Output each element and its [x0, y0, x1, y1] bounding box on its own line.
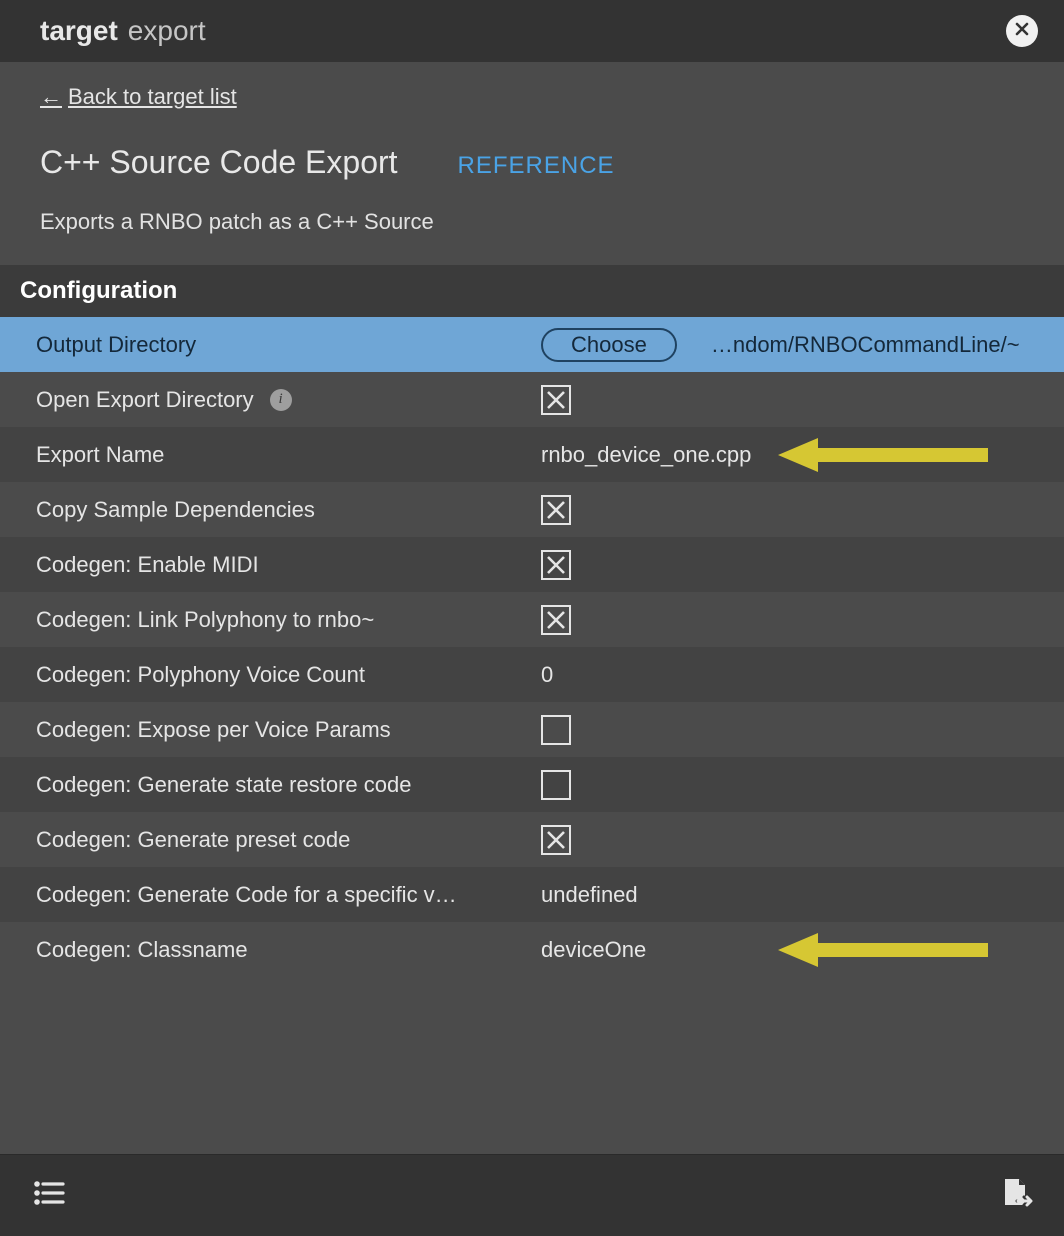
page-description: Exports a RNBO patch as a C++ Source	[40, 209, 1024, 235]
close-icon	[1014, 21, 1030, 42]
checkbox-expose-per-voice-params[interactable]	[541, 715, 571, 745]
list-icon	[31, 1175, 67, 1216]
row-codegen-generate-specific-version[interactable]: Codegen: Generate Code for a specific v……	[0, 867, 1064, 922]
choose-button[interactable]: Choose	[541, 328, 677, 362]
checkbox-link-polyphony[interactable]	[541, 605, 571, 635]
row-copy-sample-dependencies[interactable]: Copy Sample Dependencies	[0, 482, 1064, 537]
info-icon[interactable]: i	[270, 389, 292, 411]
label-copy-sample-dependencies: Copy Sample Dependencies	[36, 497, 315, 523]
arrow-left-icon: ←	[40, 84, 62, 110]
row-codegen-classname[interactable]: Codegen: Classname deviceOne	[0, 922, 1064, 977]
row-codegen-generate-state-restore[interactable]: Codegen: Generate state restore code	[0, 757, 1064, 812]
label-expose-per-voice-params: Codegen: Expose per Voice Params	[36, 717, 391, 743]
configuration-list: Output Directory Choose …ndom/RNBOComman…	[0, 317, 1064, 977]
checkbox-generate-state-restore[interactable]	[541, 770, 571, 800]
back-link-text: Back to target list	[68, 84, 237, 110]
page-title: C++ Source Code Export	[40, 144, 398, 181]
label-generate-specific-version: Codegen: Generate Code for a specific v…	[36, 882, 457, 908]
reference-link[interactable]: REFERENCE	[458, 152, 615, 180]
label-codegen-link-polyphony: Codegen: Link Polyphony to rnbo~	[36, 607, 374, 633]
checkbox-open-export-directory[interactable]	[541, 385, 571, 415]
header-block: ← Back to target list C++ Source Code Ex…	[0, 62, 1064, 265]
row-codegen-polyphony-voice-count[interactable]: Codegen: Polyphony Voice Count 0	[0, 647, 1064, 702]
row-codegen-generate-preset-code[interactable]: Codegen: Generate preset code	[0, 812, 1064, 867]
label-polyphony-voice-count: Codegen: Polyphony Voice Count	[36, 662, 365, 688]
titlebar-app-name: target	[40, 15, 118, 47]
label-export-name: Export Name	[36, 442, 164, 468]
row-export-name[interactable]: Export Name rnbo_device_one.cpp	[0, 427, 1064, 482]
label-generate-preset-code: Codegen: Generate preset code	[36, 827, 350, 853]
checkbox-generate-preset-code[interactable]	[541, 825, 571, 855]
row-codegen-enable-midi[interactable]: Codegen: Enable MIDI	[0, 537, 1064, 592]
export-button[interactable]	[994, 1175, 1036, 1217]
list-view-button[interactable]	[28, 1175, 70, 1217]
file-export-icon	[997, 1175, 1033, 1216]
back-to-target-list-link[interactable]: ← Back to target list	[40, 84, 237, 110]
label-codegen-classname: Codegen: Classname	[36, 937, 248, 963]
value-codegen-classname[interactable]: deviceOne	[541, 937, 646, 963]
label-output-directory: Output Directory	[36, 332, 196, 358]
label-open-export-directory: Open Export Directory	[36, 387, 254, 413]
label-codegen-enable-midi: Codegen: Enable MIDI	[36, 552, 259, 578]
label-generate-state-restore: Codegen: Generate state restore code	[36, 772, 411, 798]
output-directory-path: …ndom/RNBOCommandLine/~	[711, 332, 1020, 358]
checkbox-copy-sample-dependencies[interactable]	[541, 495, 571, 525]
checkbox-enable-midi[interactable]	[541, 550, 571, 580]
row-open-export-directory[interactable]: Open Export Directory i	[0, 372, 1064, 427]
bottombar	[0, 1154, 1064, 1236]
row-codegen-link-polyphony[interactable]: Codegen: Link Polyphony to rnbo~	[0, 592, 1064, 647]
titlebar: target export	[0, 0, 1064, 62]
row-output-directory[interactable]: Output Directory Choose …ndom/RNBOComman…	[0, 317, 1064, 372]
value-export-name[interactable]: rnbo_device_one.cpp	[541, 442, 751, 468]
close-button[interactable]	[1006, 15, 1038, 47]
value-generate-specific-version[interactable]: undefined	[541, 882, 638, 908]
configuration-heading: Configuration	[0, 265, 1064, 317]
value-polyphony-voice-count[interactable]: 0	[541, 662, 553, 688]
row-codegen-expose-per-voice-params[interactable]: Codegen: Expose per Voice Params	[0, 702, 1064, 757]
titlebar-subtitle: export	[128, 15, 206, 47]
